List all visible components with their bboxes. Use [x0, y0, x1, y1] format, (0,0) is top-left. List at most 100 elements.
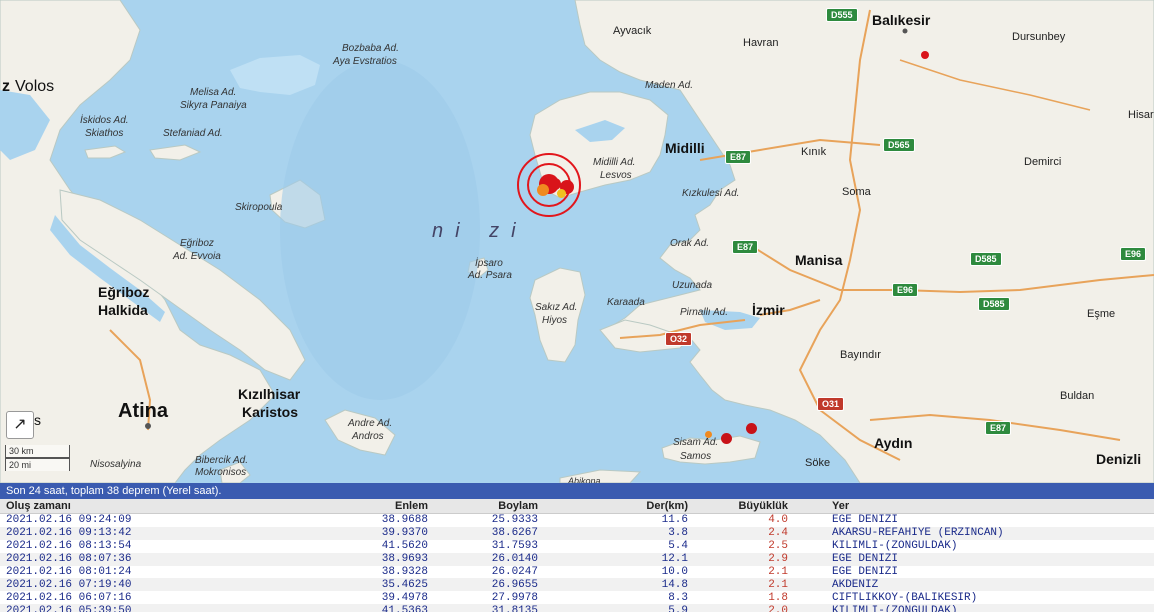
- table-row[interactable]: 2021.02.16 09:13:42 39.9370 38.6267 3.8 2.4 A…: [0, 526, 1154, 540]
- header-depth[interactable]: Der(km): [538, 499, 688, 514]
- island-skiropoula: Skiropoula: [235, 202, 283, 213]
- header-spacer: [788, 499, 832, 514]
- table-row[interactable]: 2021.02.16 07:19:40 35.4625 26.9655 14.8 2.1…: [0, 578, 1154, 592]
- cell-location: KILIMLI-(ZONGULDAK): [832, 540, 958, 553]
- cell-lat: 41.5620: [381, 540, 428, 553]
- cell-time: 2021.02.16 09:13:42: [0, 526, 166, 540]
- road-e87-b: E87: [732, 240, 759, 254]
- cell-spacer: [788, 526, 832, 540]
- city-manisa: Manisa: [795, 252, 843, 268]
- quake-marker[interactable]: [537, 184, 549, 196]
- table-row[interactable]: 2021.02.16 06:07:16 39.4978 27.9978 8.3 1.8 C…: [0, 591, 1154, 604]
- cell-depth: 10.0: [661, 566, 688, 578]
- island-stefaniad: Stefaniad Ad.: [163, 128, 223, 139]
- city-soma: Soma: [842, 186, 871, 198]
- road-o31: O31: [817, 397, 845, 411]
- cell-time: 2021.02.16 08:07:36: [0, 552, 166, 566]
- road-d585-b: D585: [978, 297, 1010, 311]
- cell-lon: 31.7593: [491, 540, 538, 553]
- island-andre: Andre Ad.: [348, 418, 393, 429]
- cell-location: AKDENIZ: [832, 578, 1154, 592]
- island-maden: Maden Ad.: [645, 80, 693, 91]
- cell-lon: 31.8135: [428, 604, 538, 612]
- quake-marker[interactable]: [721, 433, 732, 444]
- cell-location: EGE DENIZI: [832, 514, 899, 527]
- island-sisam: Sisam Ad.: [673, 437, 719, 448]
- expand-arrow-icon: ↗: [13, 416, 27, 433]
- header-lat[interactable]: Enlem: [166, 499, 428, 514]
- island-skiathos: Skiathos: [85, 128, 124, 139]
- table-row[interactable]: 2021.02.16 09:24:09 38.9688 25.9333 11.6 4.0…: [0, 514, 1154, 527]
- island-pirnalli: Pirnallı Ad.: [680, 307, 728, 318]
- cell-time: 2021.02.16 05:39:50: [0, 604, 166, 612]
- map-base-layer: [0, 0, 1154, 483]
- cell-spacer: [788, 591, 832, 604]
- cell-lat: 39.4978: [381, 591, 428, 604]
- table-row[interactable]: 2021.02.16 05:39:50 41.5363 31.8135 5.9 2.0 K…: [0, 604, 1154, 612]
- cell-time: 2021.02.16 06:07:16: [6, 591, 132, 604]
- table-row[interactable]: 2021.02.16 08:07:36 38.9693 26.0140 12.1 2.9…: [0, 552, 1154, 566]
- expand-map-button[interactable]: ↗: [6, 411, 34, 439]
- earthquake-table: Oluş zamanı Enlem Boylam Der(km) Büyüklü…: [0, 499, 1154, 612]
- earthquake-list: Oluş zamanı Enlem Boylam Der(km) Büyüklü…: [0, 499, 1154, 612]
- city-bayindir: Bayındır: [840, 349, 881, 361]
- place-egriboz-ad: Eğriboz: [180, 238, 214, 249]
- cell-depth: 11.6: [661, 514, 688, 527]
- road-e96-a: E96: [892, 283, 919, 297]
- island-midilli-ad: Midilli Ad.: [593, 157, 636, 168]
- cell-lat: 38.9328: [381, 566, 428, 578]
- table-row[interactable]: 2021.02.16 08:01:24 38.9328 26.0247 10.0 2.1…: [0, 566, 1154, 579]
- quake-marker[interactable]: [705, 431, 712, 438]
- cell-spacer: [788, 578, 832, 592]
- city-atina: Atina: [118, 400, 168, 422]
- header-location[interactable]: Yer: [832, 499, 1154, 514]
- cell-depth: 8.3: [668, 591, 688, 604]
- cell-location: EGE DENIZI: [832, 552, 1154, 566]
- city-denizli: Denizli: [1096, 451, 1142, 467]
- earthquake-map[interactable]: z Volos Bozbaba Ad. Aya Evstratios Melis…: [0, 0, 1154, 483]
- map-scale-bar: 30 km 20 mi: [5, 445, 70, 479]
- cell-magnitude: 2.5: [768, 540, 788, 553]
- island-kizkulesi: Kızkulesi Ad.: [682, 188, 740, 199]
- header-magnitude[interactable]: Büyüklük: [688, 499, 788, 514]
- cell-depth: 3.8: [538, 526, 688, 540]
- island-ipsaro: İpsaro: [475, 258, 503, 269]
- cell-time: 2021.02.16 08:01:24: [6, 566, 132, 578]
- island-bozbaba: Bozbaba Ad.: [342, 43, 399, 54]
- cell-magnitude: 1.8: [768, 591, 788, 604]
- quake-marker[interactable]: [921, 51, 929, 59]
- sea-label: ni zi: [432, 220, 528, 242]
- city-atina-prefix: s: [34, 412, 41, 428]
- cell-lon: 27.9978: [491, 591, 538, 604]
- cell-lat: 35.4625: [166, 578, 428, 592]
- header-time[interactable]: Oluş zamanı: [0, 499, 166, 514]
- island-iskidos: İskidos Ad.: [80, 115, 129, 126]
- table-header-row: Oluş zamanı Enlem Boylam Der(km) Büyüklü…: [0, 499, 1154, 514]
- island-lesvos: Lesvos: [600, 170, 632, 181]
- island-bibercik: Bibercik Ad.: [195, 455, 248, 466]
- table-row[interactable]: 2021.02.16 08:13:54 41.5620 31.7593 5.4 2.5 K…: [0, 540, 1154, 553]
- cell-magnitude: 2.4: [688, 526, 788, 540]
- island-sikyra: Sikyra Panaiya: [180, 100, 247, 111]
- city-volos-prefix: z: [2, 78, 10, 95]
- cell-magnitude: 2.9: [688, 552, 788, 566]
- island-orak: Orak Ad.: [670, 238, 710, 249]
- cell-spacer: [788, 552, 832, 566]
- place-evvoia: Ad. Evvoia: [173, 251, 221, 262]
- cell-depth: 14.8: [538, 578, 688, 592]
- road-o32: O32: [665, 332, 693, 346]
- cell-magnitude: 2.0: [688, 604, 788, 612]
- road-e96-b: E96: [1120, 247, 1147, 261]
- cell-lon: 38.6267: [428, 526, 538, 540]
- header-lon[interactable]: Boylam: [428, 499, 538, 514]
- cell-depth: 5.4: [668, 540, 688, 553]
- quake-marker[interactable]: [557, 189, 566, 198]
- cell-depth: 12.1: [538, 552, 688, 566]
- cell-location: EGE DENIZI: [832, 566, 899, 578]
- quake-marker[interactable]: [746, 423, 757, 434]
- cell-lat: 41.5363: [166, 604, 428, 612]
- cell-location: CIFTLIKKOY-(BALIKESIR): [832, 591, 978, 604]
- city-midilli: Midilli: [665, 140, 705, 156]
- cell-location: KILIMLI-(ZONGULDAK): [832, 604, 1154, 612]
- road-e87-a: E87: [725, 150, 752, 164]
